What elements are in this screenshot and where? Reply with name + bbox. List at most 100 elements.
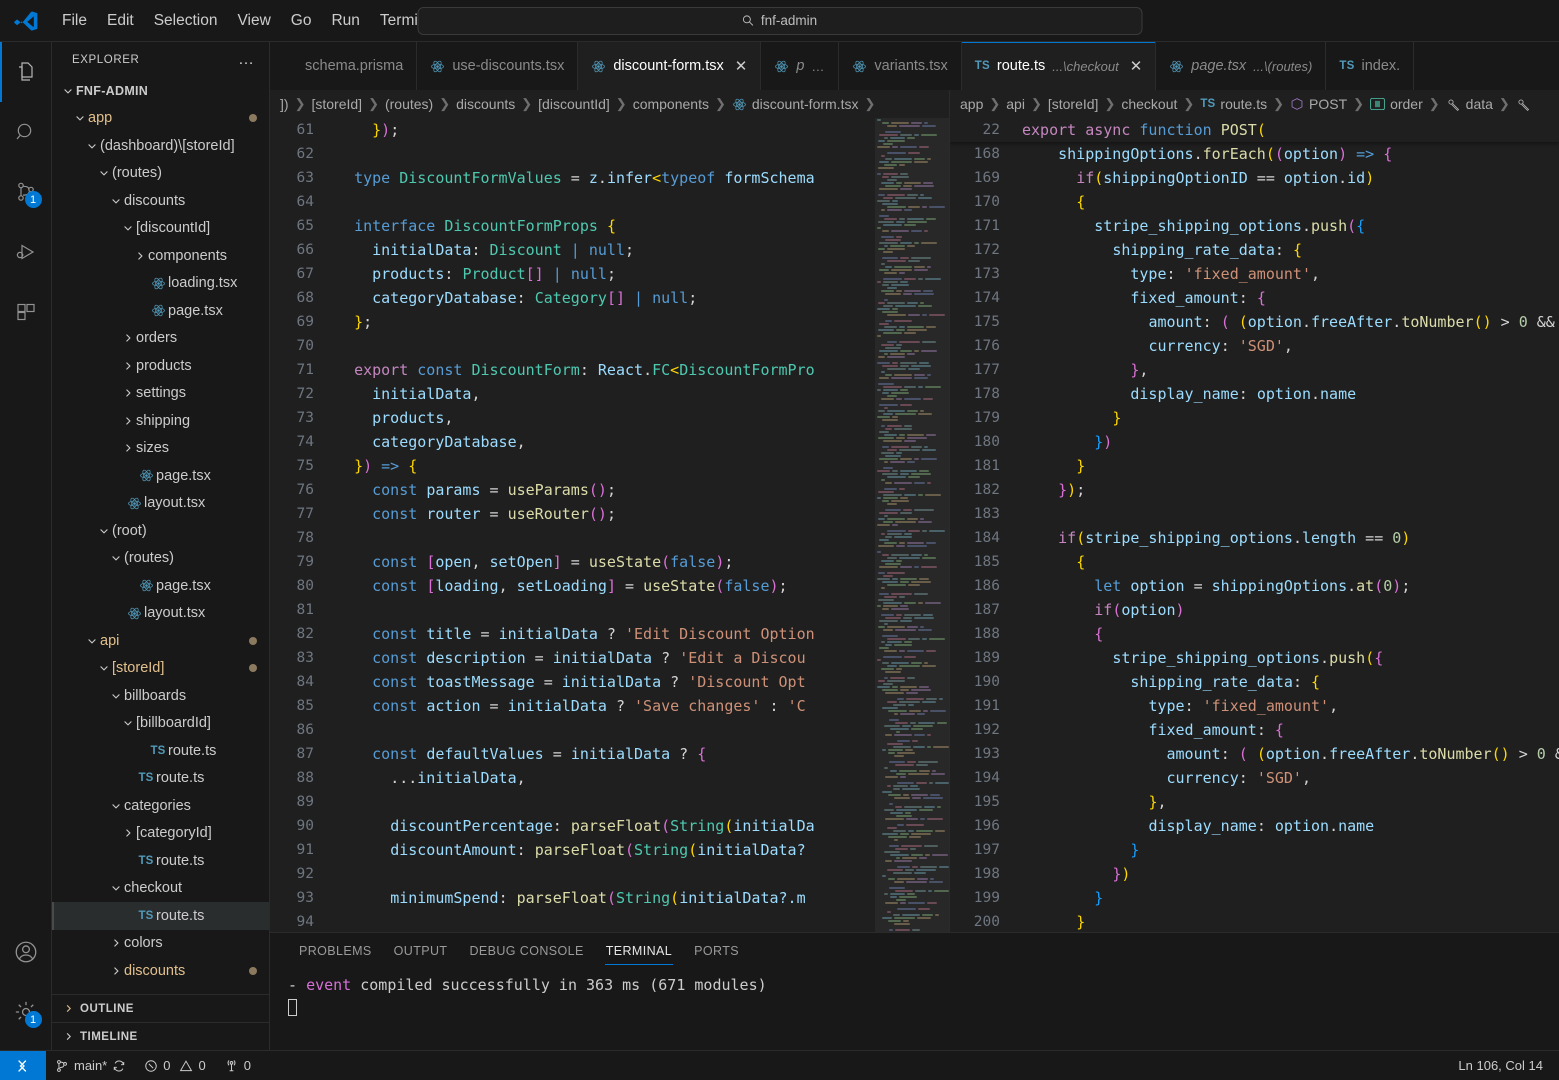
menu-selection[interactable]: Selection bbox=[144, 8, 228, 34]
minimap-left[interactable] bbox=[875, 118, 949, 932]
tree-item-products[interactable]: products bbox=[52, 352, 269, 380]
tree-item-shipping[interactable]: shipping bbox=[52, 407, 269, 435]
editor-tab-route-ts[interactable]: TSroute.ts...\checkout✕ bbox=[962, 42, 1157, 90]
status-problems[interactable]: 0 0 bbox=[135, 1051, 214, 1080]
tab-overflow-icon[interactable]: … bbox=[811, 59, 825, 74]
remote-window-button[interactable] bbox=[0, 1051, 46, 1080]
breadcrumb-item[interactable]: discounts bbox=[456, 96, 515, 112]
breadcrumb-item[interactable]: discount-form.tsx bbox=[732, 96, 859, 112]
tree-item-route-ts[interactable]: TSroute.ts bbox=[52, 765, 269, 793]
breadcrumb-item[interactable]: [discountId] bbox=[538, 96, 610, 112]
sidebar-more-actions-icon[interactable]: … bbox=[232, 51, 261, 69]
tree-item-billboardid[interactable]: [billboardId] bbox=[52, 710, 269, 738]
activity-extensions[interactable] bbox=[0, 282, 52, 342]
tree-item-discounts[interactable]: discounts bbox=[52, 187, 269, 215]
tree-item-colors[interactable]: colors bbox=[52, 930, 269, 958]
panel-tab-terminal[interactable]: TERMINAL bbox=[595, 933, 683, 968]
sticky-scroll-header[interactable]: 22 export async function POST( bbox=[950, 118, 1559, 142]
activity-search[interactable] bbox=[0, 102, 52, 162]
panel-tab-output[interactable]: OUTPUT bbox=[383, 933, 459, 968]
tree-item-checkout[interactable]: checkout bbox=[52, 875, 269, 903]
breadcrumb-item[interactable]: [storeId] bbox=[311, 96, 362, 112]
status-ports[interactable]: 0 bbox=[215, 1051, 260, 1080]
tree-item-page-tsx[interactable]: page.tsx bbox=[52, 572, 269, 600]
tree-item-routes[interactable]: (routes) bbox=[52, 160, 269, 188]
minimap-slider[interactable] bbox=[875, 118, 949, 932]
command-center[interactable]: fnf-admin bbox=[417, 7, 1142, 35]
close-icon[interactable]: ✕ bbox=[735, 57, 748, 75]
timeline-section[interactable]: TIMELINE bbox=[52, 1022, 269, 1050]
tree-item-fnf-admin[interactable]: FNF-ADMIN bbox=[52, 77, 269, 105]
tree-item-discounts[interactable]: discounts bbox=[52, 957, 269, 985]
breadcrumb-item[interactable]: api bbox=[1006, 96, 1025, 112]
file-tree[interactable]: FNF-ADMINapp(dashboard)\[storeId](routes… bbox=[52, 77, 269, 994]
breadcrumb-left[interactable]: ])❯[storeId]❯(routes)❯discounts❯[discoun… bbox=[270, 90, 949, 118]
activity-manage-settings[interactable]: 1 bbox=[0, 982, 52, 1042]
status-cursor-position[interactable]: Ln 106, Col 14 bbox=[1449, 1051, 1559, 1080]
tree-item-layout-tsx[interactable]: layout.tsx bbox=[52, 600, 269, 628]
tree-item-billboards[interactable]: billboards bbox=[52, 682, 269, 710]
tree-item-orders[interactable]: orders bbox=[52, 325, 269, 353]
breadcrumb-item[interactable]: data bbox=[1446, 96, 1493, 112]
tree-item-settings[interactable]: settings bbox=[52, 380, 269, 408]
tree-item-dashboard-storeid[interactable]: (dashboard)\[storeId] bbox=[52, 132, 269, 160]
tree-item-route-ts[interactable]: TSroute.ts bbox=[52, 902, 269, 930]
panel-tab-problems[interactable]: PROBLEMS bbox=[288, 933, 383, 968]
tree-item-sizes[interactable]: sizes bbox=[52, 435, 269, 463]
breadcrumb-item[interactable]: order bbox=[1370, 96, 1423, 112]
breadcrumb-item[interactable]: app bbox=[960, 96, 983, 112]
panel-tab-debug-console[interactable]: DEBUG CONSOLE bbox=[458, 933, 594, 968]
editor-tab-use-discounts-tsx[interactable]: use-discounts.tsx bbox=[417, 42, 578, 90]
editor-tab-p[interactable]: p… bbox=[761, 42, 839, 90]
tree-item-storeid[interactable]: [storeId] bbox=[52, 655, 269, 683]
editor-tabs[interactable]: schema.prismause-discounts.tsxdiscount-f… bbox=[270, 42, 1559, 90]
outline-section[interactable]: OUTLINE bbox=[52, 994, 269, 1022]
activity-accounts[interactable] bbox=[0, 922, 52, 982]
tree-item-loading-tsx[interactable]: loading.tsx bbox=[52, 270, 269, 298]
breadcrumb-item[interactable]: ]) bbox=[280, 96, 289, 112]
tree-item-route-ts[interactable]: TSroute.ts bbox=[52, 847, 269, 875]
activity-source-control[interactable]: 1 bbox=[0, 162, 52, 222]
line-number: 85 bbox=[270, 694, 336, 718]
tree-item-label: route.ts bbox=[156, 770, 204, 786]
breadcrumb-item-truncated[interactable] bbox=[1516, 97, 1531, 112]
menu-view[interactable]: View bbox=[227, 8, 280, 34]
tree-item-layout-tsx[interactable]: layout.tsx bbox=[52, 490, 269, 518]
editor-tab-variants-tsx[interactable]: variants.tsx bbox=[839, 42, 961, 90]
activity-run-and-debug[interactable] bbox=[0, 222, 52, 282]
breadcrumb-item[interactable]: components bbox=[633, 96, 709, 112]
tree-item-page-tsx[interactable]: page.tsx bbox=[52, 462, 269, 490]
tree-item-page-tsx[interactable]: page.tsx bbox=[52, 297, 269, 325]
tree-item-api[interactable]: api bbox=[52, 627, 269, 655]
tree-item-categoryid[interactable]: [categoryId] bbox=[52, 820, 269, 848]
breadcrumb-item[interactable]: checkout bbox=[1121, 96, 1177, 112]
panel-tabs[interactable]: PROBLEMSOUTPUTDEBUG CONSOLETERMINALPORTS bbox=[270, 933, 1559, 968]
editor-tab-discount-form-tsx[interactable]: discount-form.tsx✕ bbox=[578, 42, 761, 90]
panel-tab-ports[interactable]: PORTS bbox=[683, 933, 750, 968]
editor-tab-page-tsx[interactable]: page.tsx...\(routes) bbox=[1156, 42, 1326, 90]
tree-item-discountid[interactable]: [discountId] bbox=[52, 215, 269, 243]
menu-go[interactable]: Go bbox=[281, 8, 322, 34]
menu-run[interactable]: Run bbox=[321, 8, 369, 34]
tree-item-categories[interactable]: categories bbox=[52, 792, 269, 820]
activity-explorer[interactable] bbox=[0, 42, 52, 102]
tree-item-route-ts[interactable]: TSroute.ts bbox=[52, 737, 269, 765]
code-content-right[interactable]: 22 export async function POST( 168 shipp… bbox=[950, 118, 1559, 932]
editor-tab-schema-prisma[interactable]: schema.prisma bbox=[270, 42, 417, 90]
tree-item-app[interactable]: app bbox=[52, 105, 269, 133]
editor-tab-index[interactable]: TSindex. bbox=[1326, 42, 1414, 90]
tree-item-routes[interactable]: (routes) bbox=[52, 545, 269, 573]
breadcrumb-item[interactable]: (routes) bbox=[385, 96, 433, 112]
breadcrumb-item[interactable]: [storeId] bbox=[1048, 96, 1099, 112]
code-content-left[interactable]: 61 });62 63 type DiscountFormValues = z.… bbox=[270, 118, 875, 932]
breadcrumb-right[interactable]: app❯api❯[storeId]❯checkout❯TSroute.ts❯PO… bbox=[950, 90, 1559, 118]
terminal-output[interactable]: - event compiled successfully in 363 ms … bbox=[270, 968, 1559, 1050]
tree-item-components[interactable]: components bbox=[52, 242, 269, 270]
breadcrumb-item[interactable]: POST bbox=[1290, 96, 1347, 112]
menu-edit[interactable]: Edit bbox=[97, 8, 144, 34]
menu-file[interactable]: File bbox=[52, 8, 97, 34]
close-icon[interactable]: ✕ bbox=[1130, 57, 1143, 75]
tree-item-root[interactable]: (root) bbox=[52, 517, 269, 545]
status-branch[interactable]: main* bbox=[46, 1051, 135, 1080]
breadcrumb-item[interactable]: TSroute.ts bbox=[1200, 96, 1267, 112]
